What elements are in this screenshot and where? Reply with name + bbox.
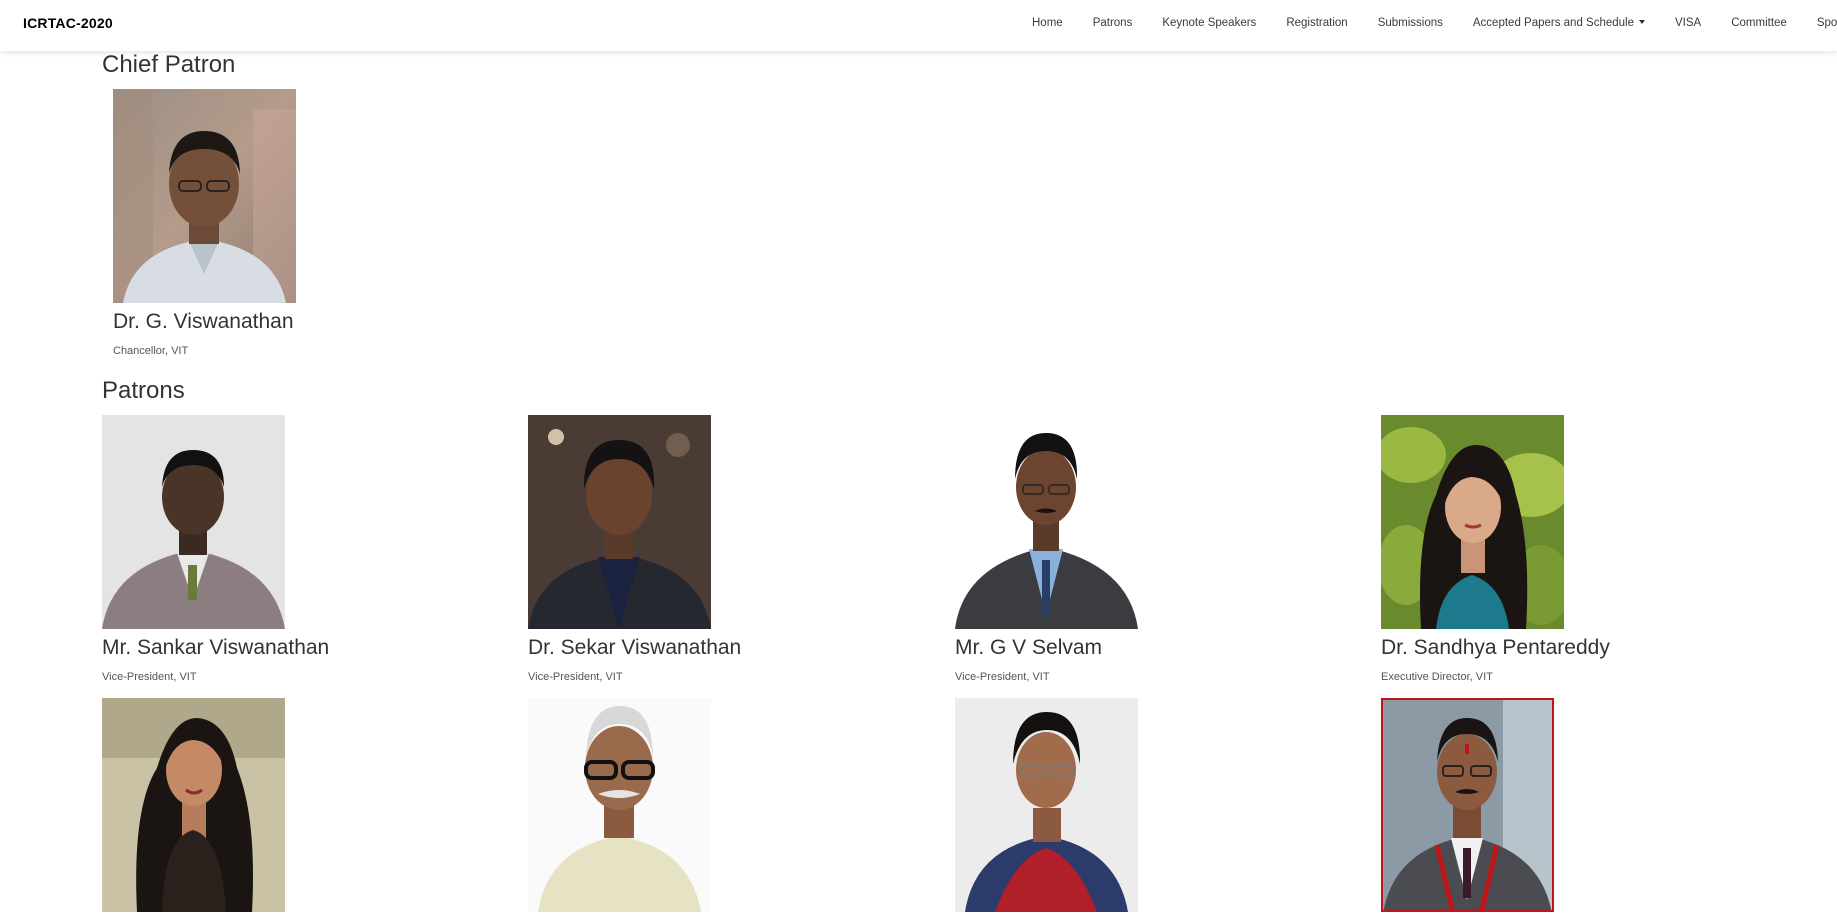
- nav-submissions[interactable]: Submissions: [1378, 17, 1443, 29]
- patron-card: [1381, 698, 1741, 920]
- patron-photo: [102, 415, 285, 629]
- site-brand[interactable]: ICRTAC-2020: [23, 15, 113, 31]
- patron-role: Vice-President, VIT: [955, 671, 1050, 683]
- patron-card: [528, 698, 888, 920]
- nav-accepted-papers-dropdown[interactable]: Accepted Papers and Schedule: [1472, 17, 1646, 29]
- chief-patron-card: Dr. G. Viswanathan Chancellor, VIT: [113, 89, 473, 357]
- nav-patrons[interactable]: Patrons: [1093, 17, 1133, 29]
- chief-patron-heading: Chief Patron: [102, 51, 236, 78]
- patron-card: Mr. G V Selvam Vice-President, VIT: [955, 415, 1315, 683]
- patron-photo: [102, 698, 285, 912]
- caret-down-icon: [1639, 20, 1646, 24]
- nav-home[interactable]: Home: [1032, 17, 1063, 29]
- patron-card: [102, 698, 462, 920]
- nav-menu: Home Patrons Keynote Speakers Registrati…: [1032, 17, 1837, 29]
- patron-name: Dr. Sandhya Pentareddy: [1381, 636, 1610, 659]
- patron-card: [955, 698, 1315, 920]
- patron-role: Vice-President, VIT: [102, 671, 197, 683]
- top-navbar: ICRTAC-2020 Home Patrons Keynote Speaker…: [0, 0, 1837, 51]
- patron-photo: [955, 698, 1138, 912]
- nav-registration[interactable]: Registration: [1286, 17, 1347, 29]
- patron-photo: [1381, 698, 1554, 912]
- patron-card: Mr. Sankar Viswanathan Vice-President, V…: [102, 415, 462, 683]
- nav-visa[interactable]: VISA: [1675, 17, 1701, 29]
- patron-photo: [1381, 415, 1564, 629]
- patron-photo: [528, 415, 711, 629]
- patron-card: Dr. Sandhya Pentareddy Executive Directo…: [1381, 415, 1741, 683]
- patron-name: Dr. Sekar Viswanathan: [528, 636, 742, 659]
- patron-role: Executive Director, VIT: [1381, 671, 1493, 683]
- nav-sponsors[interactable]: Sponsors: [1817, 17, 1837, 29]
- patron-name: Mr. G V Selvam: [955, 636, 1103, 659]
- chief-patron-role: Chancellor, VIT: [113, 345, 189, 357]
- patron-photo: [528, 698, 711, 912]
- nav-accepted-papers-label: Accepted Papers and Schedule: [1472, 17, 1635, 29]
- patrons-heading: Patrons: [102, 377, 185, 404]
- nav-committee[interactable]: Committee: [1731, 17, 1787, 29]
- chief-patron-name: Dr. G. Viswanathan: [113, 310, 294, 333]
- nav-keynote-speakers[interactable]: Keynote Speakers: [1162, 17, 1256, 29]
- patron-role: Vice-President, VIT: [528, 671, 623, 683]
- patron-name: Mr. Sankar Viswanathan: [102, 636, 330, 659]
- chief-patron-photo: [113, 89, 296, 303]
- patron-photo: [955, 415, 1138, 629]
- patron-card: Dr. Sekar Viswanathan Vice-President, VI…: [528, 415, 888, 683]
